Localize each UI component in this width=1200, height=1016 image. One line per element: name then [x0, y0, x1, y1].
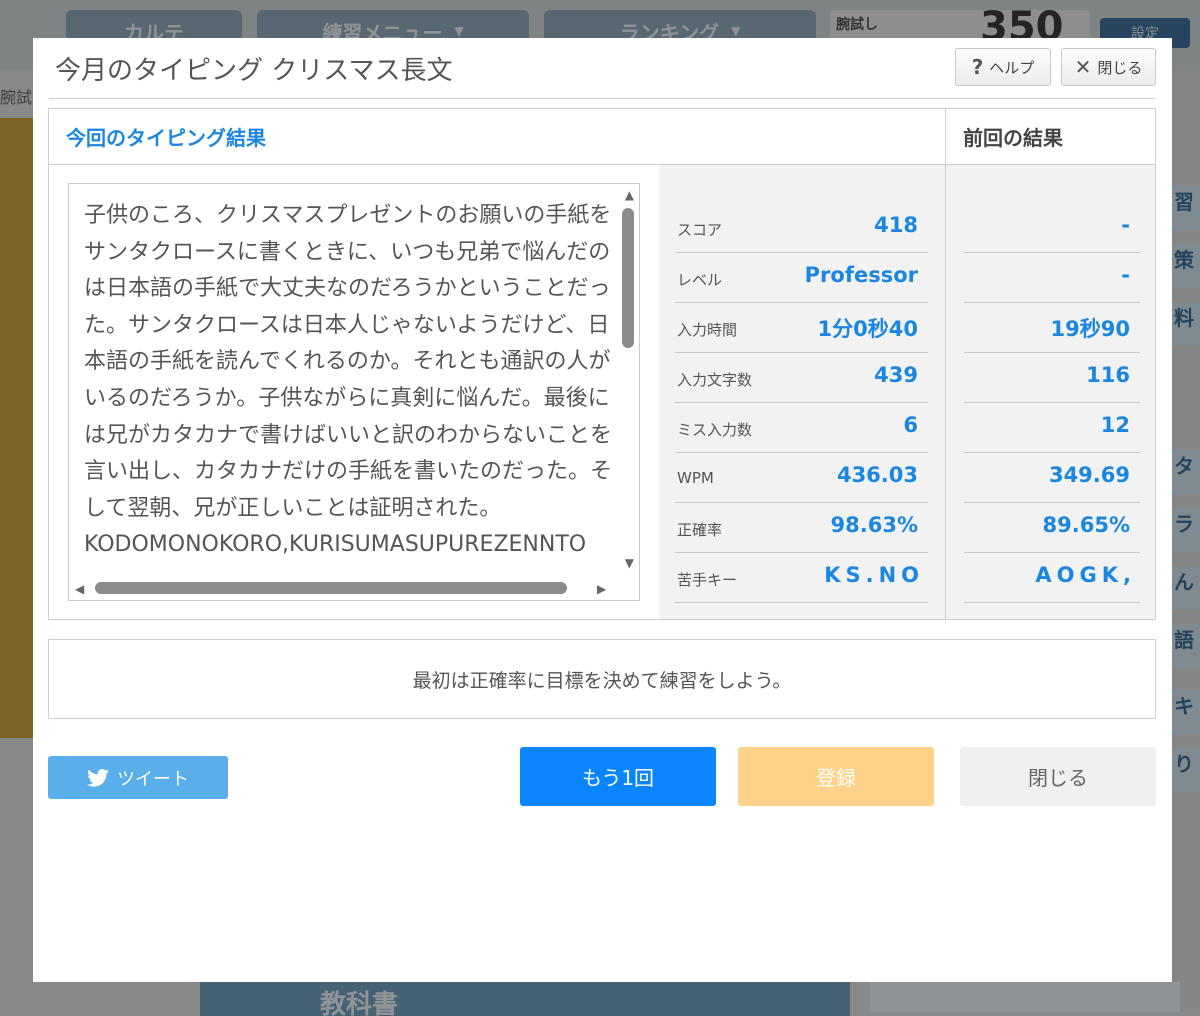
stat-label: スコア: [677, 221, 723, 239]
stat-value: 418: [874, 213, 918, 237]
prev-stat-value: -: [1121, 263, 1130, 287]
close-button-label: 閉じる: [1028, 766, 1088, 790]
question-icon: ?: [971, 55, 984, 79]
prev-stat-value: 89.65%: [1042, 513, 1130, 537]
prev-stat-value: 19秒90: [1050, 317, 1130, 341]
passage-textbox[interactable]: 子供のころ、クリスマスプレゼントのお願いの手紙をサンタクロースに書くときに、いつ…: [68, 183, 640, 601]
previous-result-heading: 前回の結果: [963, 126, 1063, 150]
retry-button[interactable]: もう1回: [520, 747, 716, 806]
prev-stat-value: 116: [1086, 363, 1130, 387]
stat-value: 98.63%: [830, 513, 918, 537]
prev-stat-row-weak-keys: AOGK,: [964, 553, 1140, 603]
stat-row-weak-keys: 苦手キー KS.NO: [675, 553, 928, 603]
stat-label: 苦手キー: [677, 571, 738, 589]
prev-stat-value: 349.69: [1048, 463, 1130, 487]
tweet-button[interactable]: ツイート: [48, 756, 228, 799]
prev-stat-row-misses: 12: [964, 403, 1140, 453]
stat-label: 入力文字数: [677, 371, 753, 389]
prev-stat-row-chars: 116: [964, 353, 1140, 403]
current-result-heading: 今回のタイピング結果: [66, 126, 266, 150]
stat-value: 6: [903, 413, 918, 437]
stat-value: KS.NO: [824, 563, 924, 587]
modal-title: 今月のタイピング クリスマス長文: [55, 56, 453, 86]
stat-value: 439: [874, 363, 918, 387]
help-button[interactable]: ? ヘルプ: [955, 48, 1051, 86]
results-column-divider: [945, 109, 946, 619]
advice-message: 最初は正確率に目標を決めて練習をしよう。: [412, 669, 792, 692]
passage-text: 子供のころ、クリスマスプレゼントのお願いの手紙をサンタクロースに書くときに、いつ…: [84, 203, 613, 558]
stat-value: 1分0秒40: [817, 317, 918, 341]
prev-stat-value: -: [1121, 213, 1130, 237]
retry-button-label: もう1回: [581, 766, 655, 790]
twitter-bird-icon: [87, 768, 109, 787]
stat-label: レベル: [677, 271, 723, 289]
stat-label: WPM: [677, 469, 714, 487]
prev-stat-row-level: -: [964, 253, 1140, 303]
horizontal-scrollbar-thumb[interactable]: [95, 582, 567, 594]
stat-row-time: 入力時間 1分0秒40: [675, 303, 928, 353]
scroll-down-icon[interactable]: ▼: [625, 556, 634, 570]
prev-stat-value: 12: [1100, 413, 1130, 437]
stat-row-misses: ミス入力数 6: [675, 403, 928, 453]
close-icon: ✕: [1074, 55, 1092, 79]
stat-label: 入力時間: [677, 321, 738, 339]
results-header-divider: [49, 164, 1155, 165]
scroll-left-icon[interactable]: ◀: [75, 582, 84, 596]
stat-label: ミス入力数: [677, 421, 753, 439]
result-modal: 今月のタイピング クリスマス長文 ? ヘルプ ✕ 閉じる 今回のタイピング結果 …: [33, 38, 1172, 982]
help-button-label: ヘルプ: [989, 58, 1035, 77]
header-close-label: 閉じる: [1097, 58, 1143, 77]
scroll-right-icon[interactable]: ▶: [597, 582, 606, 596]
stat-row-wpm: WPM 436.03: [675, 453, 928, 503]
prev-stat-row-time: 19秒90: [964, 303, 1140, 353]
tweet-button-label: ツイート: [117, 768, 189, 790]
title-divider: [49, 98, 1155, 99]
prev-stat-row-accuracy: 89.65%: [964, 503, 1140, 553]
stat-value: Professor: [804, 263, 918, 287]
prev-stat-value: AOGK,: [1035, 563, 1136, 587]
prev-stat-row-score: -: [964, 203, 1140, 253]
stat-row-accuracy: 正確率 98.63%: [675, 503, 928, 553]
register-button[interactable]: 登録: [738, 747, 934, 806]
close-button[interactable]: 閉じる: [960, 747, 1156, 806]
header-close-button[interactable]: ✕ 閉じる: [1061, 48, 1156, 86]
stat-label: 正確率: [677, 521, 723, 539]
stat-value: 436.03: [836, 463, 918, 487]
scroll-up-icon[interactable]: ▲: [625, 188, 634, 202]
stat-row-chars: 入力文字数 439: [675, 353, 928, 403]
advice-message-box: 最初は正確率に目標を決めて練習をしよう。: [48, 639, 1156, 719]
prev-stat-row-wpm: 349.69: [964, 453, 1140, 503]
vertical-scrollbar-thumb[interactable]: [622, 208, 634, 348]
stat-row-level: レベル Professor: [675, 253, 928, 303]
register-button-label: 登録: [816, 766, 856, 790]
stat-row-score: スコア 418: [675, 203, 928, 253]
